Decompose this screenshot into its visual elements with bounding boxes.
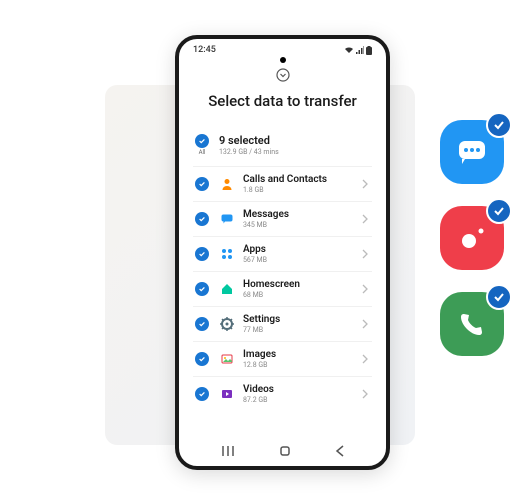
select-all-label: All [199, 149, 206, 156]
data-row-images[interactable]: Images12.8 GB [193, 341, 372, 376]
data-row-apps[interactable]: Apps567 MB [193, 236, 372, 271]
apps-icon [219, 247, 235, 261]
wifi-icon [344, 46, 354, 54]
check-icon[interactable] [195, 317, 209, 331]
row-sub: 567 MB [243, 256, 354, 264]
home-icon [219, 282, 235, 296]
row-sub: 1.8 GB [243, 186, 354, 194]
phone-app-icon [440, 292, 504, 356]
status-bar: 12:45 [179, 39, 386, 57]
battery-icon [366, 46, 372, 55]
data-row-homescreen[interactable]: Homescreen68 MB [193, 271, 372, 306]
messages-app-icon [440, 120, 504, 184]
nav-home-button[interactable] [278, 444, 292, 458]
chevron-right-icon [362, 319, 372, 329]
row-label: Images [243, 349, 354, 360]
check-icon[interactable] [195, 352, 209, 366]
videos-icon [219, 387, 235, 401]
data-row-videos[interactable]: Videos87.2 GB [193, 376, 372, 411]
chevron-right-icon [362, 389, 372, 399]
data-row-calls[interactable]: Calls and Contacts1.8 GB [193, 166, 372, 201]
row-sub: 12.8 GB [243, 361, 354, 369]
check-icon[interactable] [195, 247, 209, 261]
selection-summary[interactable]: All 9 selected 132.9 GB / 43 mins [193, 128, 372, 166]
select-all-check[interactable] [195, 134, 209, 148]
row-label: Apps [243, 244, 354, 255]
check-badge-icon [486, 112, 512, 138]
camera-notch [280, 57, 286, 63]
row-label: Homescreen [243, 279, 354, 290]
chevron-right-icon [362, 354, 372, 364]
chevron-right-icon [362, 214, 372, 224]
status-time: 12:45 [193, 45, 216, 55]
page-title: Select data to transfer [193, 92, 372, 110]
row-label: Videos [243, 384, 354, 395]
row-label: Settings [243, 314, 354, 325]
check-icon[interactable] [195, 387, 209, 401]
nav-bar [179, 436, 386, 466]
gear-icon [219, 317, 235, 331]
row-label: Calls and Contacts [243, 174, 354, 185]
messages-icon [219, 212, 235, 226]
status-indicators [344, 46, 372, 55]
check-icon[interactable] [195, 212, 209, 226]
row-label: Messages [243, 209, 354, 220]
camera-app-icon [440, 206, 504, 270]
summary-title: 9 selected [219, 134, 372, 147]
row-sub: 68 MB [243, 291, 354, 299]
side-app-icons [440, 120, 504, 356]
nav-recent-button[interactable] [221, 445, 235, 457]
row-sub: 345 MB [243, 221, 354, 229]
row-sub: 77 MB [243, 326, 354, 334]
signal-icon [356, 46, 364, 54]
check-icon[interactable] [195, 282, 209, 296]
data-row-settings[interactable]: Settings77 MB [193, 306, 372, 341]
check-icon[interactable] [195, 177, 209, 191]
expand-caret[interactable] [193, 67, 372, 86]
contacts-icon [219, 177, 235, 191]
check-badge-icon [486, 284, 512, 310]
summary-subtitle: 132.9 GB / 43 mins [219, 148, 372, 156]
nav-back-button[interactable] [335, 445, 345, 457]
images-icon [219, 352, 235, 366]
phone-frame: 12:45 Select data to transfer All 9 sele… [175, 35, 390, 470]
chevron-right-icon [362, 249, 372, 259]
row-sub: 87.2 GB [243, 396, 354, 404]
chevron-right-icon [362, 179, 372, 189]
chevron-right-icon [362, 284, 372, 294]
data-row-messages[interactable]: Messages345 MB [193, 201, 372, 236]
check-badge-icon [486, 198, 512, 224]
